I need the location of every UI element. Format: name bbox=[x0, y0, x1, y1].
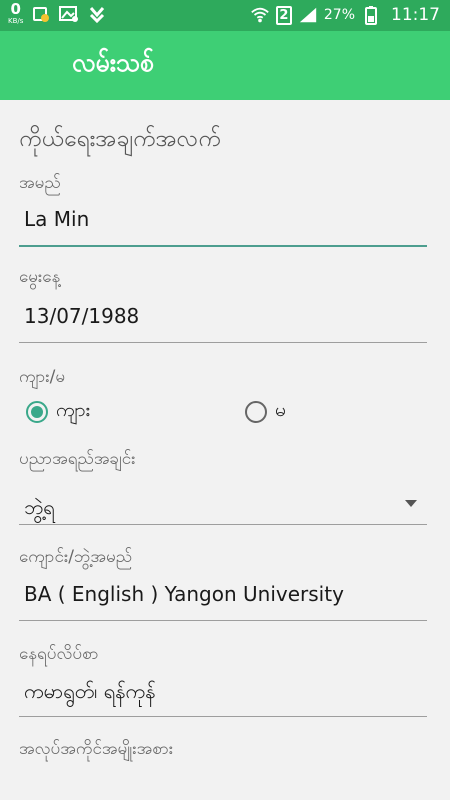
clock: 11:17 bbox=[391, 5, 440, 25]
radio-unselected-icon bbox=[245, 401, 267, 423]
address-underline bbox=[19, 716, 427, 717]
net-speed-value: 0 bbox=[10, 0, 21, 18]
sync-icon bbox=[31, 4, 51, 24]
dob-input[interactable]: 13/07/1988 bbox=[24, 304, 139, 328]
battery-percent: 27% bbox=[323, 7, 355, 23]
name-label: အမည် bbox=[19, 173, 61, 193]
dropdown-caret-icon[interactable] bbox=[405, 500, 417, 507]
education-select[interactable]: ဘွဲ့ရ bbox=[24, 494, 55, 524]
download-check-icon bbox=[87, 4, 107, 24]
image-icon bbox=[59, 4, 79, 24]
name-input[interactable]: La Min bbox=[24, 207, 89, 231]
gender-female-radio[interactable]: မ bbox=[245, 398, 286, 426]
section-title: ကိုယ်ရေးအချက်အလက် bbox=[19, 126, 221, 152]
gender-label: ကျား/မ bbox=[19, 367, 66, 387]
education-label: ပညာအရည်အချင်း bbox=[19, 449, 136, 469]
wifi-icon bbox=[250, 5, 270, 25]
dob-label: မွေးနေ့ bbox=[19, 267, 61, 287]
job-type-label: အလုပ်အကိုင်အမျိုးအစား bbox=[19, 739, 174, 759]
net-speed: 0 KB/s bbox=[8, 2, 23, 25]
name-underline bbox=[19, 245, 427, 247]
school-input[interactable]: BA ( English ) Yangon University bbox=[24, 582, 344, 606]
signal-icon bbox=[298, 5, 318, 25]
sim-slot-badge: 2 bbox=[275, 5, 292, 25]
address-input[interactable]: ကမာရွတ်၊ ရန်ကုန် bbox=[24, 678, 155, 708]
dob-underline bbox=[19, 342, 427, 343]
net-speed-unit: KB/s bbox=[8, 17, 24, 25]
school-label: ကျောင်း/ဘွဲ့အမည် bbox=[19, 547, 133, 567]
battery-icon bbox=[361, 5, 381, 25]
school-underline bbox=[19, 620, 427, 621]
status-bar: 0 KB/s 2 27% 11:17 bbox=[0, 0, 450, 31]
gender-male-label: ကျား bbox=[56, 399, 91, 421]
gender-male-radio[interactable]: ကျား bbox=[26, 398, 90, 426]
education-underline bbox=[19, 524, 427, 525]
address-label: နေရပ်လိပ်စာ bbox=[19, 644, 99, 664]
app-title: လမ်းသစ် bbox=[72, 48, 155, 77]
radio-selected-icon bbox=[26, 401, 48, 423]
app-bar: လမ်းသစ် bbox=[0, 31, 450, 100]
gender-female-label: မ bbox=[275, 399, 286, 421]
